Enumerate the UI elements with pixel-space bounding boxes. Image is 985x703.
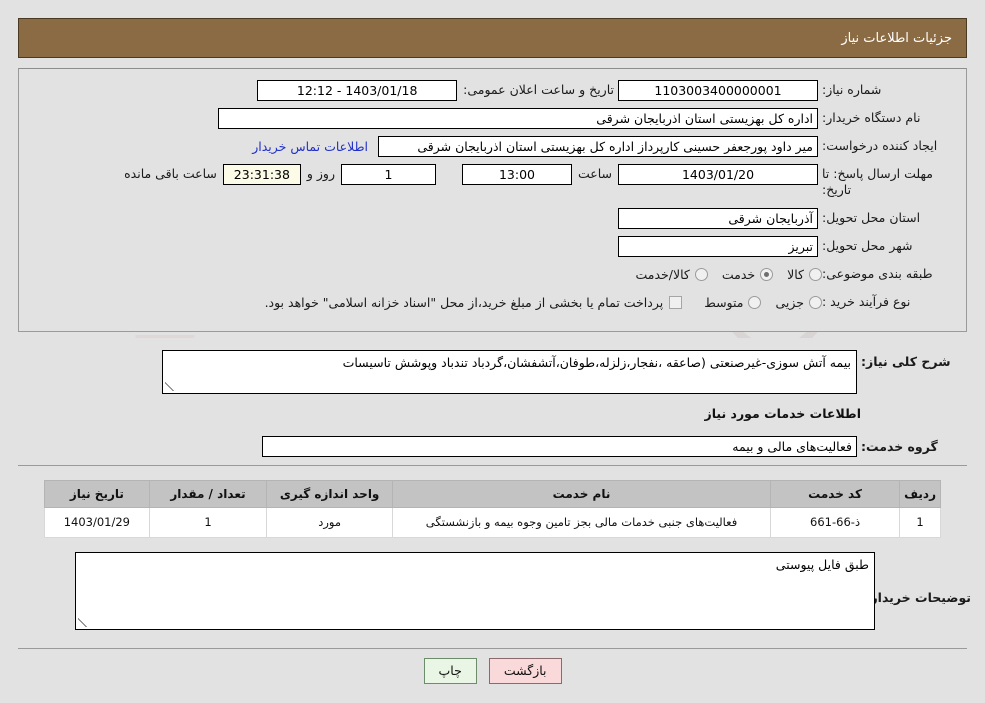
category-label-khedmat: خدمت (721, 266, 756, 282)
requester-field[interactable]: میر داود پورجعفر حسینی کارپرداز اداره کل… (378, 135, 818, 157)
buyer-org-field[interactable]: اداره کل بهزیستی استان اذربایجان شرقی (218, 107, 818, 129)
col-unit: واحد اندازه گیری (266, 480, 394, 508)
cell-service-code: ذ-66-661 (769, 506, 901, 539)
category-row: طبقه بندی موضوعی: کالا خدمت کالا/خدمت (621, 263, 952, 285)
city-row: شهر محل تحویل: تبریز (618, 235, 952, 257)
remaining-hours-label: ساعت باقی مانده (124, 166, 217, 181)
buyer-notes-textarea[interactable]: طبق فایل پیوستی (75, 552, 875, 630)
category-radio-kala-khedmat[interactable] (694, 267, 708, 281)
process-label-motevaset: متوسط (704, 294, 744, 310)
requester-row: ایجاد کننده درخواست: میر داود پورجعفر حس… (252, 135, 952, 157)
print-button[interactable]: چاپ (423, 658, 477, 684)
need-number-label: شماره نیاز: (822, 82, 882, 98)
cell-service-name: فعالیت‌های جنبی خدمات مالی بجز تامین وجو… (392, 506, 771, 539)
buyer-contact-link[interactable]: اطلاعات تماس خریدار (252, 139, 368, 154)
action-button-bar: بازگشت چاپ (0, 658, 985, 684)
category-label-kala-khedmat: کالا/خدمت (635, 266, 690, 282)
public-announce-row: تاریخ و ساعت اعلان عمومی: 1403/01/18 - 1… (257, 79, 614, 101)
province-row: استان محل تحویل: آذربایجان شرقی (618, 207, 952, 229)
general-description-textarea[interactable]: بیمه آتش سوزی-غیرصنعتی (صاعقه ،نفجار،زلز… (162, 350, 857, 394)
items-table: ردیف کد خدمت نام خدمت واحد اندازه گیری ت… (44, 480, 941, 539)
service-group-field[interactable]: فعالیت‌های مالی و بیمه (262, 436, 857, 457)
process-row: نوع فرآیند خرید : جزیی متوسط پرداخت تمام… (259, 291, 952, 313)
cell-unit: مورد (266, 506, 394, 539)
cell-quantity: 1 (148, 506, 268, 539)
city-label: شهر محل تحویل: (822, 238, 913, 254)
service-group-row: گروه خدمت: فعالیت‌های مالی و بیمه (262, 436, 953, 457)
buyer-notes-row: توضیحات خریدار: طبق فایل پیوستی (18, 552, 971, 630)
buyer-org-label: نام دستگاه خریدار: (822, 110, 921, 126)
deadline-date-field[interactable]: 1403/01/20 (618, 164, 818, 185)
need-number-field[interactable]: 1103003400000001 (618, 79, 818, 101)
general-description-row: شرح کلی نیاز: بیمه آتش سوزی-غیرصنعتی (صا… (162, 350, 953, 394)
deadline-time-field[interactable]: 13:00 (461, 164, 572, 185)
deadline-row: مهلت ارسال پاسخ: تا تاریخ: 1403/01/20 سا… (118, 163, 952, 203)
bottom-divider (18, 648, 967, 649)
treasury-bond-checkbox[interactable] (669, 295, 683, 309)
treasury-bond-note: پرداخت تمام یا بخشی از مبلغ خرید،از محل … (264, 294, 664, 310)
page-title-bar: جزئیات اطلاعات نیاز (18, 18, 967, 58)
public-announce-label: تاریخ و ساعت اعلان عمومی: (463, 82, 614, 98)
province-field[interactable]: آذربایجان شرقی (618, 207, 818, 229)
col-row-no: ردیف (899, 480, 941, 508)
need-number-row: شماره نیاز: 1103003400000001 (618, 79, 952, 101)
cell-row-no: 1 (899, 506, 941, 539)
process-label: نوع فرآیند خرید : (822, 294, 911, 310)
description-panel: شرح کلی نیاز: بیمه آتش سوزی-غیرصنعتی (صا… (18, 338, 967, 466)
buyer-notes-label: توضیحات خریدار: (865, 590, 971, 605)
need-summary-panel: شماره نیاز: 1103003400000001 تاریخ و ساع… (18, 68, 967, 332)
table-header-row: ردیف کد خدمت نام خدمت واحد اندازه گیری ت… (44, 480, 941, 508)
process-label-jozei: جزیی (775, 294, 804, 310)
category-label: طبقه بندی موضوعی: (822, 266, 933, 282)
general-description-label: شرح کلی نیاز: (861, 354, 951, 369)
city-field[interactable]: تبریز (618, 235, 818, 257)
cell-need-date: 1403/01/29 (44, 506, 150, 539)
service-group-label: گروه خدمت: (861, 438, 938, 454)
page-title: جزئیات اطلاعات نیاز (841, 30, 952, 46)
requester-label: ایجاد کننده درخواست: (822, 138, 938, 154)
process-radio-motevaset[interactable] (748, 295, 762, 309)
back-button[interactable]: بازگشت (488, 658, 562, 684)
process-radio-jozei[interactable] (809, 295, 822, 309)
services-section-heading: اطلاعات خدمات مورد نیاز (704, 406, 862, 421)
deadline-label: مهلت ارسال پاسخ: تا تاریخ: (822, 166, 933, 197)
table-row: 1 ذ-66-661 فعالیت‌های جنبی خدمات مالی بج… (44, 506, 941, 539)
category-label-kala: کالا (787, 266, 804, 282)
countdown-field: 23:31:38 (222, 164, 301, 185)
buyer-org-row: نام دستگاه خریدار: اداره کل بهزیستی استا… (218, 107, 952, 129)
page-root: AriaTender.net جزئیات اطلاعات نیاز شماره… (0, 0, 985, 703)
deadline-hour-label: ساعت (577, 166, 612, 181)
category-radio-kala[interactable] (809, 267, 822, 281)
public-announce-field[interactable]: 1403/01/18 - 12:12 (257, 79, 458, 101)
remaining-days-label: روز و (306, 166, 335, 181)
category-radio-khedmat[interactable] (760, 267, 774, 281)
col-need-date: تاریخ نیاز (44, 480, 150, 508)
col-quantity: تعداد / مقدار (148, 480, 268, 508)
remaining-days-field[interactable]: 1 (340, 164, 436, 185)
col-service-code: کد خدمت (769, 480, 901, 508)
col-service-name: نام خدمت (392, 480, 771, 508)
province-label: استان محل تحویل: (822, 210, 921, 226)
